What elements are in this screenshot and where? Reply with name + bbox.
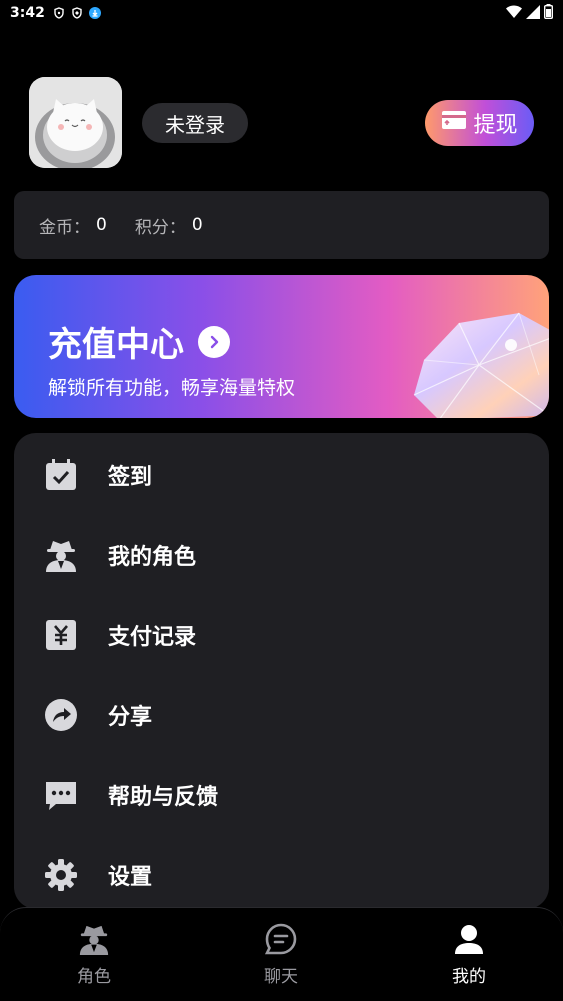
status-right — [506, 4, 553, 23]
nav-label-me: 我的 — [452, 967, 486, 987]
spy-icon — [77, 922, 111, 956]
shield-alt-notification-icon — [71, 7, 83, 19]
shield-notification-icon — [53, 7, 65, 19]
nav-item-me[interactable]: 我的 — [424, 922, 514, 987]
login-button[interactable]: 未登录 — [142, 103, 248, 143]
gold-label: 金币： — [39, 217, 90, 238]
menu-label-payment-records: 支付记录 — [108, 625, 197, 650]
nav-label-roles: 角色 — [77, 967, 111, 987]
calendar-check-icon — [43, 457, 79, 493]
gold-coins: 金币： 0 — [39, 213, 107, 238]
withdraw-label: 提现 — [473, 113, 518, 138]
menu-item-my-roles[interactable]: 我的角色 — [14, 515, 549, 595]
chat-icon — [264, 922, 298, 956]
status-bar: 3:42 — [0, 0, 563, 26]
coins-card: 金币： 0 积分： 0 — [14, 191, 549, 259]
points-label: 积分： — [134, 217, 186, 238]
user-icon — [452, 922, 486, 956]
wifi-icon — [506, 4, 522, 23]
recharge-title: 充值中心 — [48, 325, 184, 365]
nav-item-roles[interactable]: 角色 — [49, 922, 139, 987]
recharge-subtitle: 解锁所有功能，畅享海量特权 — [48, 377, 296, 399]
withdraw-button[interactable]: 提现 — [425, 100, 534, 146]
diamond-image — [399, 305, 549, 418]
menu-item-share[interactable]: 分享 — [14, 675, 549, 755]
receipt-yen-icon — [43, 617, 79, 653]
status-time: 3:42 — [10, 5, 45, 21]
spy-icon — [43, 537, 79, 573]
nav-label-chat: 聊天 — [264, 967, 298, 987]
status-icons — [53, 7, 101, 19]
menu-label-my-roles: 我的角色 — [108, 545, 197, 570]
menu-item-help-feedback[interactable]: 帮助与反馈 — [14, 755, 549, 835]
nav-item-chat[interactable]: 聊天 — [236, 922, 326, 987]
battery-icon — [543, 4, 553, 23]
points-value: 0 — [191, 215, 203, 235]
share-icon — [43, 697, 79, 733]
card-icon — [441, 110, 467, 136]
points: 积分： 0 — [135, 213, 203, 238]
gear-icon — [43, 857, 79, 893]
chat-dots-icon — [43, 777, 79, 813]
avatar[interactable] — [29, 77, 122, 168]
menu-label-checkin: 签到 — [108, 465, 153, 490]
chevron-right-icon — [198, 325, 230, 358]
menu-label-share: 分享 — [108, 705, 153, 730]
menu-item-checkin[interactable]: 签到 — [14, 435, 549, 515]
recharge-banner[interactable]: 充值中心 解锁所有功能，畅享海量特权 — [14, 275, 549, 418]
gold-value: 0 — [96, 215, 107, 235]
menu-item-payment-records[interactable]: 支付记录 — [14, 595, 549, 675]
avatar-cat-image — [29, 77, 122, 168]
bottom-nav: 角色 聊天 我的 — [0, 907, 563, 1001]
download-notification-icon — [88, 7, 101, 19]
menu-label-settings: 设置 — [108, 865, 153, 890]
menu-label-help-feedback: 帮助与反馈 — [108, 785, 219, 810]
menu-card: 签到 我的角色 支付记录 分享 帮助与反馈 设置 — [14, 433, 549, 909]
recharge-title-row: 充值中心 — [48, 317, 230, 366]
signal-icon — [526, 4, 540, 23]
menu-item-settings[interactable]: 设置 — [14, 835, 549, 915]
